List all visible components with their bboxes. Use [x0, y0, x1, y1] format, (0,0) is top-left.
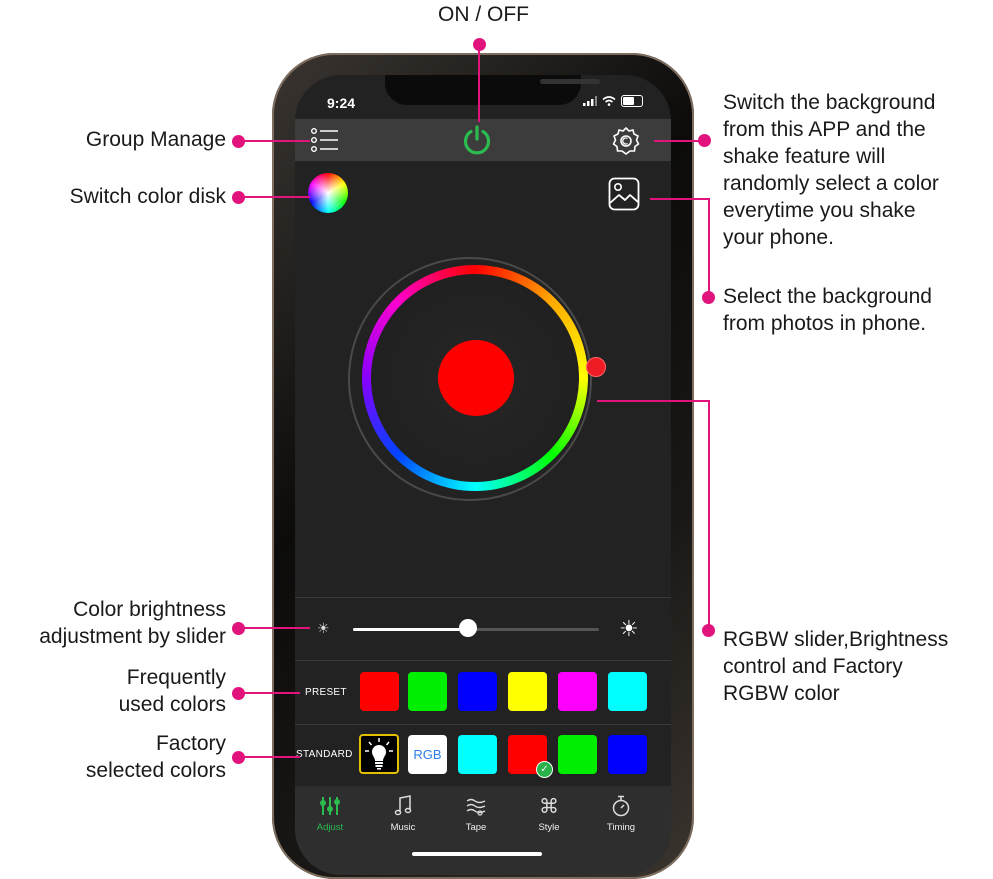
annotation-line: everytime you shake	[723, 199, 916, 222]
tab-label: Adjust	[316, 822, 344, 833]
status-icons	[583, 95, 643, 107]
speaker	[540, 79, 600, 84]
divider	[295, 597, 671, 598]
tab-music[interactable]: Music	[368, 794, 438, 833]
annotation-dot	[702, 291, 715, 304]
annotation-switch-color-disk: Switch color disk	[69, 185, 226, 208]
annotation-line: your phone.	[723, 226, 834, 249]
preset-color-swatch[interactable]	[558, 672, 597, 711]
app-screen: 9:24 ☀ ☀ PRESET STANDARD RGB ✓ Adjust Mu…	[295, 75, 671, 875]
lightbulb-icon	[365, 738, 393, 770]
standard-color-swatch[interactable]	[458, 735, 497, 774]
brightness-high-icon: ☀	[619, 616, 639, 641]
annotation-switch-background: Switch the background from this APP and …	[723, 89, 993, 251]
annotation-select-background: Select the background from photos in pho…	[723, 283, 993, 337]
annotation-line: from this APP and the	[723, 118, 926, 141]
divider	[295, 660, 671, 661]
annotation-dot	[698, 134, 711, 147]
tab-tape[interactable]: Tape	[441, 794, 511, 833]
command-icon: ⌘	[539, 795, 559, 818]
battery-icon	[621, 95, 643, 107]
annotation-rgbw: RGBW slider,Brightness control and Facto…	[723, 626, 993, 707]
check-icon: ✓	[536, 761, 553, 778]
tab-label: Style	[538, 822, 560, 833]
tape-wave-icon	[441, 794, 511, 818]
phone-notch	[385, 75, 600, 105]
selected-color-preview	[438, 340, 514, 416]
music-note-icon	[368, 794, 438, 818]
annotation-brightness: Color brightness adjustment by slider	[0, 596, 226, 650]
annotation-connector	[478, 44, 480, 122]
annotation-connector	[597, 400, 709, 402]
status-time: 9:24	[327, 95, 356, 111]
signal-icon	[583, 96, 597, 106]
annotation-line: used colors	[118, 693, 226, 716]
tab-adjust[interactable]: Adjust	[295, 794, 365, 833]
annotation-line: Frequently	[126, 666, 226, 689]
list-menu-icon[interactable]	[311, 127, 339, 153]
annotation-factory-colors: Factory selected colors	[20, 730, 226, 784]
tab-timing[interactable]: Timing	[586, 794, 656, 833]
annotation-line: RGBW color	[723, 682, 840, 705]
white-bulb-swatch[interactable]	[359, 734, 399, 774]
annotation-frequent-colors: Frequently used colors	[20, 664, 226, 718]
preset-color-swatch[interactable]	[508, 672, 547, 711]
photo-icon[interactable]	[608, 177, 640, 211]
gear-icon[interactable]	[611, 126, 641, 156]
annotation-on-off: ON / OFF	[438, 3, 529, 26]
annotation-line: control and Factory	[723, 655, 903, 678]
annotation-line: RGBW slider,Brightness	[723, 628, 949, 651]
tab-bar: Adjust Music Tape ⌘ Style Timing	[295, 786, 671, 875]
annotation-line: Select the background	[723, 285, 932, 308]
annotation-line: Color brightness	[73, 598, 226, 621]
annotation-dot	[702, 624, 715, 637]
annotation-group-manage: Group Manage	[85, 128, 226, 151]
tab-label: Tape	[465, 822, 487, 833]
standard-color-swatch[interactable]	[558, 735, 597, 774]
annotation-connector	[654, 140, 702, 142]
tab-style[interactable]: ⌘ Style	[514, 794, 584, 834]
top-bar	[295, 119, 671, 161]
power-icon[interactable]	[461, 124, 493, 156]
adjust-sliders-icon	[295, 794, 365, 818]
standard-label: STANDARD	[296, 749, 353, 760]
standard-color-swatch[interactable]	[608, 735, 647, 774]
preset-color-swatch[interactable]	[360, 672, 399, 711]
annotation-connector	[238, 627, 310, 629]
tab-label: Music	[390, 822, 416, 833]
annotation-line: selected colors	[85, 759, 226, 782]
preset-color-swatch[interactable]	[458, 672, 497, 711]
tab-label: Timing	[606, 822, 636, 833]
annotation-line: shake feature will	[723, 145, 886, 168]
annotation-connector	[708, 198, 710, 298]
rgb-swatch[interactable]: RGB	[408, 735, 447, 774]
annotation-line: adjustment by slider	[39, 625, 226, 648]
annotation-line: randomly select a color	[723, 172, 939, 195]
annotation-connector	[238, 196, 310, 198]
color-wheel-handle[interactable]	[586, 357, 606, 377]
annotation-connector	[650, 198, 710, 200]
preset-label: PRESET	[305, 687, 347, 698]
annotation-connector	[238, 756, 300, 758]
annotation-connector	[708, 400, 710, 630]
divider	[295, 724, 671, 725]
annotation-line: Factory	[155, 732, 226, 755]
annotation-connector	[238, 692, 300, 694]
preset-color-swatch[interactable]	[408, 672, 447, 711]
annotation-connector	[238, 140, 310, 142]
brightness-slider-fill	[353, 628, 467, 631]
brightness-slider-thumb[interactable]	[459, 619, 477, 637]
wifi-icon	[602, 96, 616, 106]
annotation-line: Switch the background	[723, 91, 936, 114]
home-indicator	[412, 852, 542, 856]
brightness-low-icon: ☀	[317, 620, 330, 636]
color-disk-icon[interactable]	[308, 173, 348, 213]
timer-icon	[586, 794, 656, 818]
preset-color-swatch[interactable]	[608, 672, 647, 711]
annotation-line: from photos in phone.	[723, 312, 927, 335]
